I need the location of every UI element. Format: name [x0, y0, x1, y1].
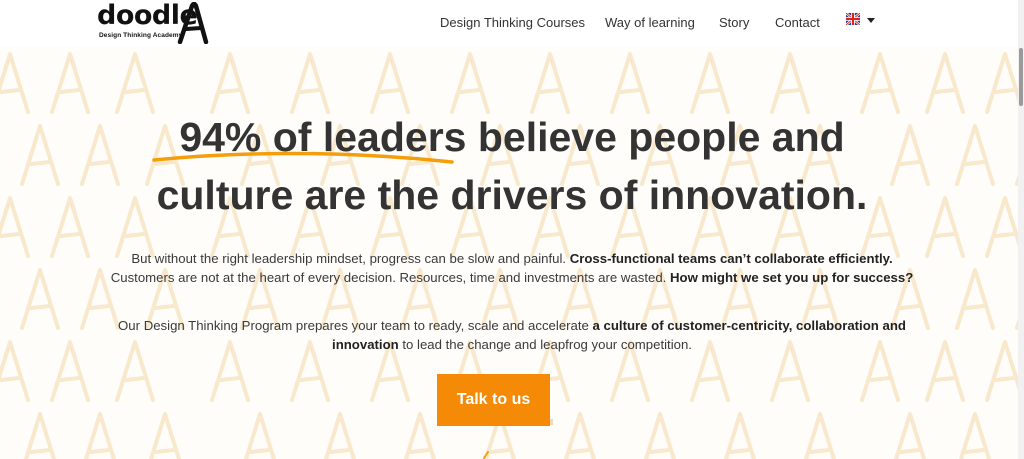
scrollbar-thumb[interactable] [1019, 48, 1023, 106]
pattern-a-shape [50, 340, 90, 402]
site-header: doodle Design Thinking Academy Design Th… [0, 0, 1024, 46]
nav-way-of-learning[interactable]: Way of learning [605, 15, 695, 30]
headline-underline [152, 151, 454, 164]
pattern-a-shape [290, 52, 330, 114]
pattern-a-shape [50, 52, 90, 114]
pattern-a-shape [643, 412, 677, 459]
language-selector[interactable] [846, 12, 878, 28]
pattern-a-shape [323, 412, 357, 459]
pattern-a-shape [530, 52, 570, 114]
scroll-hint-mark [483, 451, 489, 459]
pattern-a-shape [610, 52, 650, 114]
pattern-a-shape [23, 412, 57, 459]
headline-line-2: culture are the drivers of innovation. [156, 172, 868, 218]
nav-design-thinking-courses[interactable]: Design Thinking Courses [440, 15, 585, 30]
pattern-a-shape [0, 52, 30, 114]
program-text-2: to lead the change and leapfrog your com… [398, 337, 692, 352]
pattern-a-shape [770, 52, 810, 114]
chevron-down-icon [867, 18, 875, 23]
pattern-a-shape [690, 52, 730, 114]
intro-paragraph: But without the right leadership mindset… [100, 249, 924, 287]
intro-bold-1: Cross-functional teams can’t collaborate… [569, 251, 893, 266]
program-paragraph: Our Design Thinking Program prepares you… [100, 316, 924, 354]
pattern-a-shape [210, 52, 250, 114]
pattern-a-shape [803, 412, 837, 459]
pattern-a-shape [860, 52, 900, 114]
pattern-a-shape [723, 412, 757, 459]
pattern-a-shape [148, 412, 182, 459]
pattern-a-shape [925, 52, 965, 114]
pattern-a-shape [450, 52, 490, 114]
intro-text-2: Customers are not at the heart of every … [110, 270, 670, 285]
intro-bold-2: How might we set you up for success? [670, 270, 914, 285]
pattern-a-shape [243, 412, 277, 459]
pattern-a-shape [958, 412, 992, 459]
pattern-a-shape [370, 52, 410, 114]
pattern-a-shape [955, 268, 995, 330]
intro-text-1: But without the right leadership mindset… [131, 251, 570, 266]
pattern-a-shape [0, 340, 30, 402]
uk-flag-icon [846, 13, 860, 25]
page-scrollbar[interactable] [1018, 0, 1024, 459]
headline-rest: believe people and [466, 114, 845, 160]
pattern-a-shape [893, 412, 927, 459]
pattern-a-shape [83, 412, 117, 459]
nav-story[interactable]: Story [719, 15, 749, 30]
pattern-a-shape [20, 268, 60, 330]
pattern-a-shape [925, 340, 965, 402]
pattern-a-shape [563, 412, 597, 459]
program-text-1: Our Design Thinking Program prepares you… [118, 318, 593, 333]
nav-contact[interactable]: Contact [775, 15, 820, 30]
pattern-a-shape [115, 52, 155, 114]
pattern-a-shape [403, 412, 437, 459]
talk-to-us-button[interactable]: Talk to us [437, 374, 550, 426]
